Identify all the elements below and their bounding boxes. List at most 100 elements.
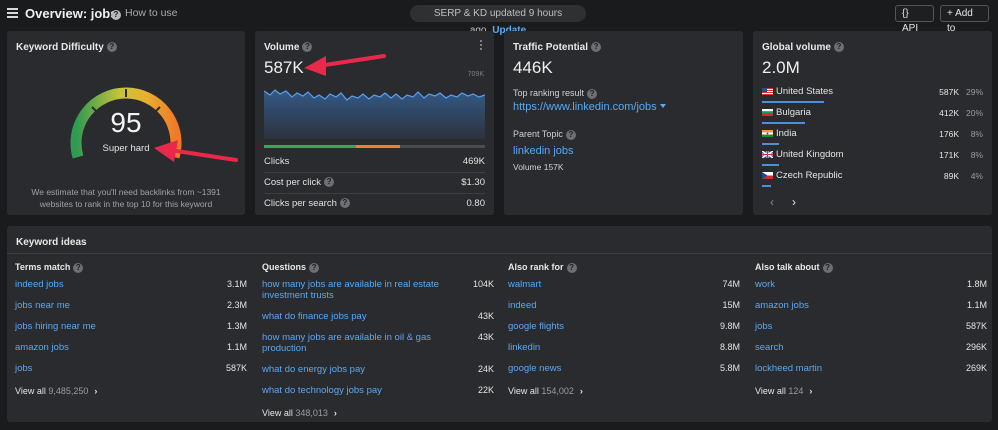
help-icon[interactable]: ?	[822, 262, 833, 273]
help-icon[interactable]: ?	[309, 262, 320, 273]
keyword-link[interactable]: jobs hiring near me	[15, 321, 96, 332]
czech-flag-icon	[762, 172, 773, 179]
column-header: Also talk about?	[755, 262, 987, 276]
keyword-link[interactable]: jobs	[15, 363, 32, 374]
keyword-row: how many jobs are available in oil & gas…	[262, 329, 494, 361]
view-all-label: View all	[508, 386, 539, 396]
keyword-link[interactable]: amazon jobs	[15, 342, 69, 353]
kd-backlinks-note: We estimate that you'll need backlinks f…	[31, 187, 221, 209]
keyword-link[interactable]: indeed	[508, 300, 537, 311]
keyword-volume: 43K	[477, 311, 494, 321]
view-all-label: View all	[755, 386, 786, 396]
help-icon[interactable]: ?	[566, 262, 577, 273]
keyword-link[interactable]: linkedin	[508, 342, 540, 353]
parent-topic-label: Parent Topic?	[513, 129, 576, 140]
top-ranking-text: Top ranking result	[513, 88, 585, 98]
country-volume: 171K	[939, 150, 959, 160]
keyword-link[interactable]: google news	[508, 363, 561, 374]
next-page-button[interactable]: ›	[792, 195, 796, 209]
keyword-link[interactable]: what do energy jobs pay	[262, 364, 365, 375]
keyword-link[interactable]: amazon jobs	[755, 300, 809, 311]
keyword-link[interactable]: google flights	[508, 321, 564, 332]
sparkline-max-label: 709K	[467, 71, 484, 78]
keyword-link[interactable]: lockheed martin	[755, 363, 822, 374]
help-icon[interactable]: ?	[587, 88, 598, 99]
keyword-row: google news 5.8M	[508, 360, 740, 381]
country-name: Bulgaria	[776, 107, 811, 118]
country-volume: 587K	[939, 87, 959, 97]
metric-value: $1.30	[461, 177, 485, 188]
help-icon[interactable]: ?	[339, 198, 350, 209]
help-icon[interactable]: ?	[106, 42, 117, 53]
country-name: United States	[776, 86, 834, 97]
volume-metric-row: Cost per click? $1.30	[264, 172, 485, 192]
keyword-link[interactable]: what do finance jobs pay	[262, 311, 367, 322]
keyword-row: amazon jobs 1.1M	[15, 339, 247, 360]
country-name: Czech Republic	[776, 170, 843, 181]
country-share: 29%	[965, 87, 983, 97]
dropdown-caret-icon[interactable]	[659, 104, 666, 108]
country-row[interactable]: United States 587K 29%	[762, 85, 983, 106]
keyword-ideas-column: Questions? how many jobs are available in…	[262, 262, 494, 418]
keyword-volume: 1.1M	[966, 300, 987, 310]
country-share: 8%	[970, 129, 983, 139]
view-all-link[interactable]: View all 154,002 ›	[508, 386, 740, 396]
keyword-volume: 1.3M	[226, 321, 247, 331]
country-row[interactable]: Czech Republic 89K 4%	[762, 169, 983, 190]
keyword-ideas-column: Also rank for? walmart 74M indeed 15M google …	[508, 262, 740, 396]
keyword-volume: 104K	[472, 279, 494, 289]
keyword-volume: 43K	[477, 332, 494, 342]
keyword-volume: 296K	[965, 342, 987, 352]
keyword-link[interactable]: how many jobs are available in real esta…	[262, 279, 457, 301]
country-volume: 412K	[939, 108, 959, 118]
help-icon[interactable]: ?	[324, 177, 335, 188]
help-icon[interactable]: ?	[73, 262, 84, 273]
help-icon[interactable]: ?	[833, 42, 844, 53]
view-all-link[interactable]: View all 348,013 ›	[262, 408, 494, 418]
keyword-link[interactable]: jobs	[755, 321, 772, 332]
view-all-label: View all	[262, 408, 293, 418]
metric-label: Clicks per search?	[264, 198, 350, 209]
parent-topic-link[interactable]: linkedin jobs	[513, 145, 574, 157]
keyword-row: how many jobs are available in real esta…	[262, 276, 494, 308]
kd-title: Keyword Difficulty?	[16, 42, 117, 53]
keyword-row: jobs hiring near me 1.3M	[15, 318, 247, 339]
keyword-link[interactable]: how many jobs are available in oil & gas…	[262, 332, 457, 354]
prev-page-button[interactable]: ‹	[770, 195, 774, 209]
country-row[interactable]: Bulgaria 412K 20%	[762, 106, 983, 127]
help-icon[interactable]: ?	[591, 42, 602, 53]
metric-value: 0.80	[466, 198, 486, 209]
add-to-button[interactable]: + Add to	[940, 5, 989, 34]
keyword-row: what do finance jobs pay 43K	[262, 308, 494, 329]
column-header: Also rank for?	[508, 262, 740, 276]
menu-icon[interactable]	[7, 8, 18, 18]
view-all-link[interactable]: View all 9,485,250 ›	[15, 386, 247, 396]
view-all-link[interactable]: View all 124 ›	[755, 386, 987, 396]
country-row[interactable]: India 176K 8%	[762, 127, 983, 148]
keyword-link[interactable]: jobs near me	[15, 300, 70, 311]
country-volume: 89K	[943, 171, 959, 181]
help-icon[interactable]: ?	[565, 129, 576, 140]
api-button[interactable]: {} API	[895, 5, 934, 34]
plus-icon: +	[947, 8, 953, 19]
keyword-link[interactable]: search	[755, 342, 784, 353]
view-all-count: 348,013	[295, 408, 328, 418]
country-row[interactable]: United Kingdom 171K 8%	[762, 148, 983, 169]
country-share: 4%	[970, 171, 983, 181]
keyword-link[interactable]: work	[755, 279, 775, 290]
keyword-link[interactable]: walmart	[508, 279, 541, 290]
keyword-link[interactable]: what do technology jobs pay	[262, 385, 382, 396]
country-share-bar	[762, 101, 824, 103]
more-options-icon[interactable]	[480, 40, 482, 52]
top-ranking-url-text: https://www.linkedin.com/jobs	[513, 101, 657, 113]
update-status-pill: SERP & KD updated 9 hours ago.Update	[410, 5, 586, 36]
country-share: 20%	[965, 108, 983, 118]
volume-sparkline	[264, 89, 485, 139]
keyword-row: jobs 587K	[755, 318, 987, 339]
how-to-use-label: How to use	[125, 7, 178, 19]
top-ranking-url[interactable]: https://www.linkedin.com/jobs	[513, 101, 666, 113]
keyword-volume: 22K	[477, 385, 494, 395]
keyword-row: amazon jobs 1.1M	[755, 297, 987, 318]
keyword-link[interactable]: indeed jobs	[15, 279, 64, 290]
how-to-use-link[interactable]: ? How to use	[111, 7, 178, 20]
